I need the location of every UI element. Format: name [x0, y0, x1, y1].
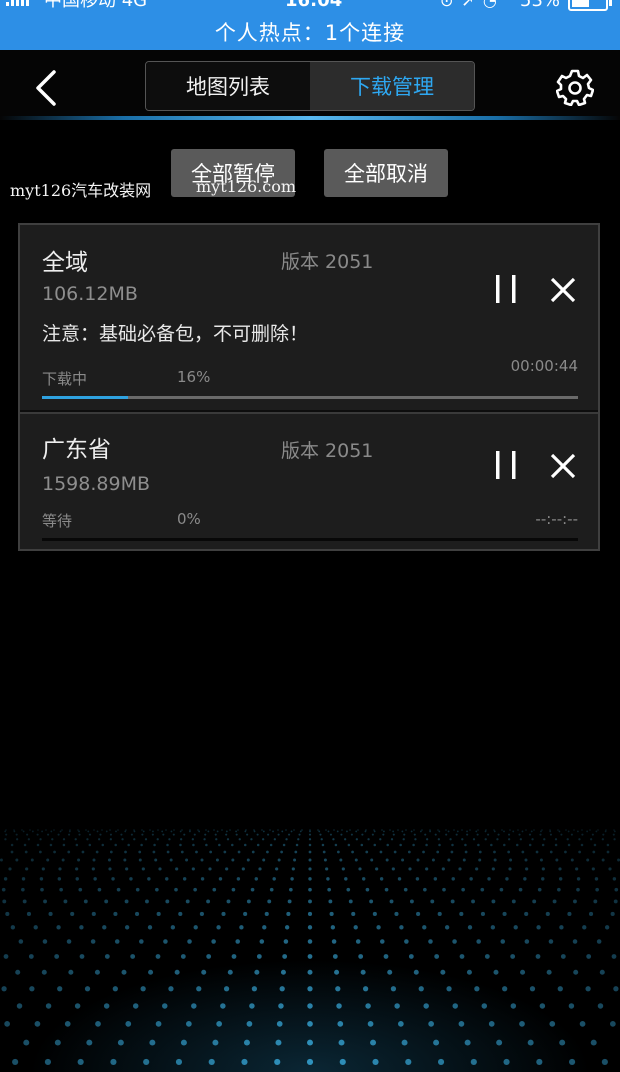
settings-button[interactable] [555, 68, 595, 107]
pause-icon [496, 275, 516, 303]
nav-divider [0, 116, 620, 120]
battery-icon [568, 0, 612, 11]
cancel-button[interactable] [548, 273, 578, 305]
clock: 16:04 [285, 0, 343, 11]
back-button[interactable] [30, 68, 66, 108]
item-name: 广东省 [42, 437, 111, 463]
status-icons: ⊙➚◔ [440, 0, 505, 10]
item-size: 1598.89MB [42, 473, 150, 495]
watermark-text: myt126汽车改装网 [10, 181, 152, 200]
tab-map-list[interactable]: 地图列表 [146, 62, 310, 110]
cancel-all-button[interactable]: 全部取消 [324, 149, 448, 197]
status-bar: 中国移动 4G 16:04 ⊙➚◔ 53% 个人热点：1个连接 [0, 0, 620, 50]
pause-icon [496, 451, 516, 479]
progress-bar [42, 538, 578, 541]
tab-download-manager[interactable]: 下载管理 [310, 62, 474, 110]
item-note: 注意：基础必备包，不可删除！ [42, 323, 309, 345]
close-icon [550, 453, 576, 479]
watermark-url: myt126.com [196, 177, 297, 196]
carrier-label: 中国移动 4G [44, 0, 148, 11]
pause-button[interactable] [492, 449, 522, 481]
item-size: 106.12MB [42, 283, 138, 305]
gear-icon [555, 69, 595, 107]
item-eta: --:--:-- [535, 510, 578, 528]
hotspot-banner[interactable]: 个人热点：1个连接 [0, 18, 620, 48]
item-percent: 0% [177, 510, 201, 528]
progress-bar [42, 396, 578, 399]
battery-percent: 53% [520, 0, 561, 11]
item-percent: 16% [177, 368, 211, 386]
item-version: 版本 2051 [281, 251, 374, 273]
download-item: 广东省 版本 2051 1598.89MB 等待 0% --:--:-- [20, 412, 598, 551]
download-list: 全域 版本 2051 106.12MB 注意：基础必备包，不可删除！ 下载中 1… [18, 223, 600, 551]
item-status: 下载中 [42, 370, 88, 388]
item-version: 版本 2051 [281, 440, 374, 462]
item-name: 全域 [42, 250, 88, 276]
chevron-left-icon [36, 70, 56, 106]
item-eta: 00:00:44 [510, 357, 578, 375]
pause-button[interactable] [492, 273, 522, 305]
download-item: 全域 版本 2051 106.12MB 注意：基础必备包，不可删除！ 下载中 1… [20, 225, 598, 410]
close-icon [550, 277, 576, 303]
progress-fill [42, 396, 128, 399]
item-status: 等待 [42, 512, 73, 530]
signal-icon [6, 0, 29, 6]
background-particle-floor [0, 600, 620, 1072]
cancel-button[interactable] [548, 449, 578, 481]
tab-switcher: 地图列表 下载管理 [145, 61, 475, 111]
dot-grid [0, 829, 620, 1066]
